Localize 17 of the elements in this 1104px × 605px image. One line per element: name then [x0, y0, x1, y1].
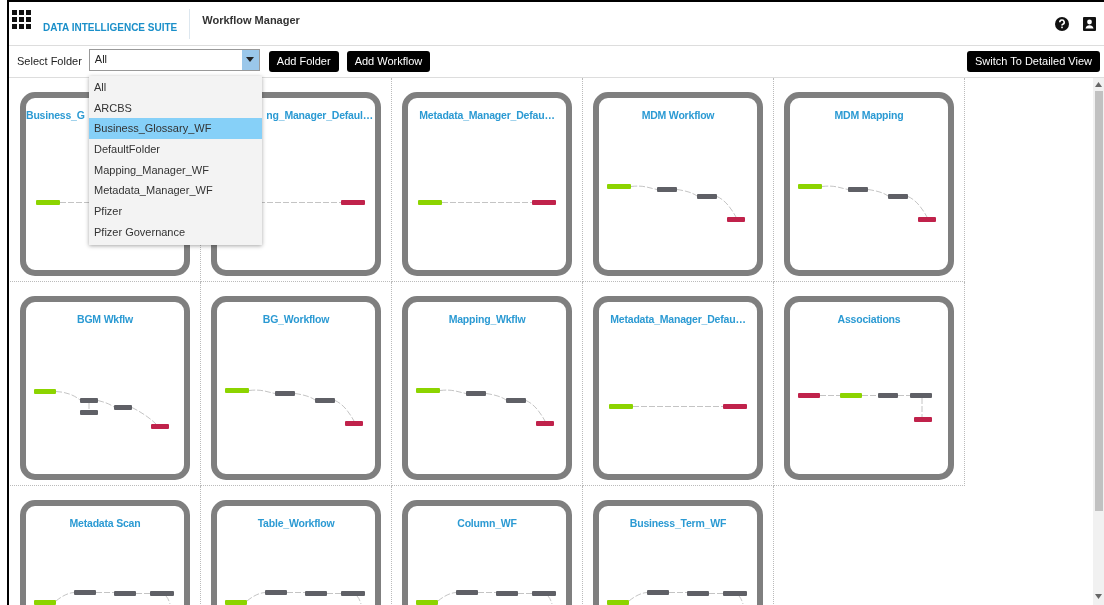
field-value: All [94, 52, 108, 68]
workflow-title: Metadata_Manager_Defau… [609, 312, 747, 327]
workflow-title: BGM Wkflw [76, 312, 134, 327]
workflow-title: Column_WF [456, 516, 518, 531]
field-label: Select Folder [17, 54, 82, 70]
page-title: Workflow Manager [202, 13, 300, 29]
workflow-title: Associations [836, 312, 902, 327]
workflow-title: MDM Mapping [833, 108, 905, 123]
workflow-title: Metadata Scan [68, 516, 142, 531]
workflow-title: BG_Workflow [261, 312, 331, 327]
workflow-title: Mapping_Wkflw [447, 312, 527, 327]
workflow-title: MDM Workflow [640, 108, 716, 123]
brand-name: DATA INTELLIGENCE SUITE [43, 21, 178, 35]
workflow-title: Metadata_Manager_Defau… [418, 108, 556, 123]
workflow-title: Business_Term_WF [628, 516, 728, 531]
workflow-title: Table_Workflow [256, 516, 336, 531]
workflow-title: ng_Manager_Defaul… [265, 108, 374, 123]
